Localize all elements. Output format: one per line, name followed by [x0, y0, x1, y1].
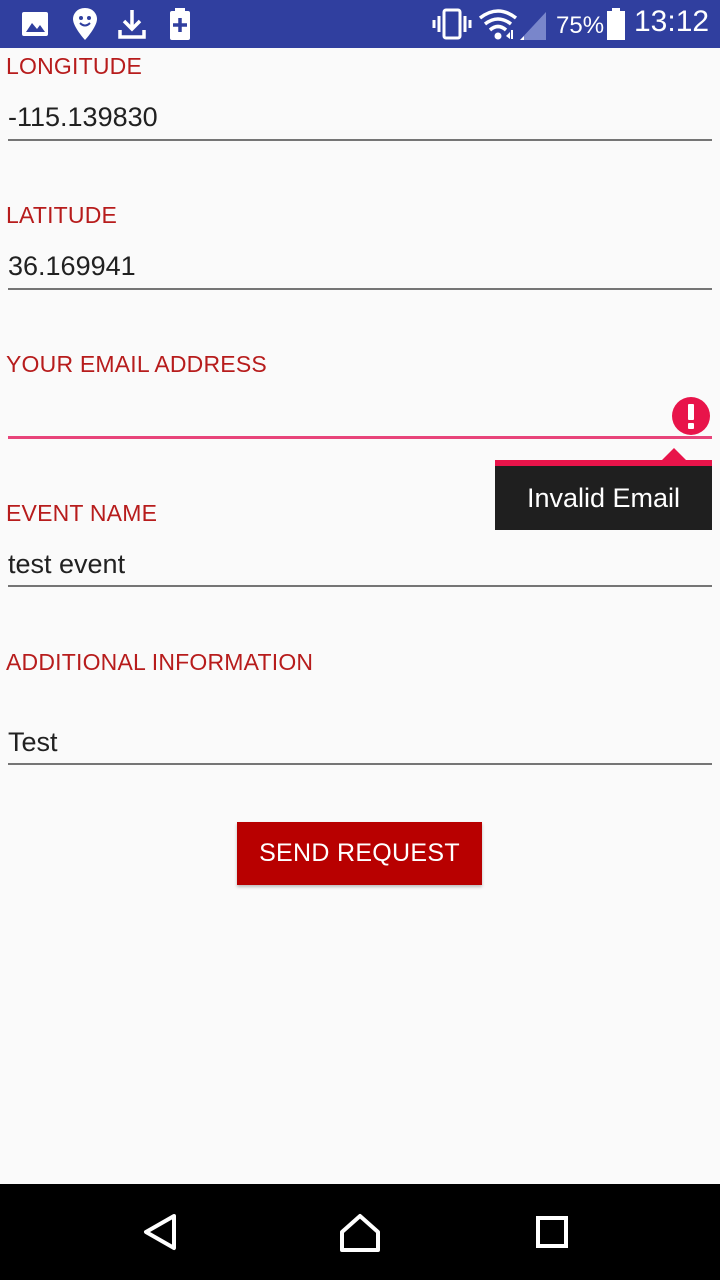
battery-saver-icon	[170, 8, 190, 40]
clock: 13:12	[634, 5, 710, 38]
back-icon[interactable]	[132, 1204, 188, 1260]
additional-info-label: ADDITIONAL INFORMATION	[6, 649, 314, 675]
additional-info-field[interactable]: Test	[8, 727, 58, 758]
latitude-field[interactable]: 36.169941	[8, 251, 136, 282]
tooltip-arrow	[662, 448, 686, 460]
longitude-label: LONGITUDE	[6, 53, 142, 79]
vibrate-icon	[432, 8, 472, 40]
email-field[interactable]	[8, 400, 658, 434]
email-label: YOUR EMAIL ADDRESS	[6, 351, 267, 377]
longitude-underline	[8, 139, 712, 141]
event-name-label: EVENT NAME	[6, 500, 158, 526]
email-underline	[8, 436, 712, 439]
navigation-bar	[0, 1184, 720, 1280]
signal-icon	[520, 12, 546, 40]
battery-percent: 75%	[556, 12, 605, 39]
error-icon	[672, 397, 710, 435]
additional-info-underline	[8, 763, 712, 765]
battery-icon	[607, 8, 625, 40]
event-name-underline	[8, 585, 712, 587]
home-icon[interactable]	[332, 1204, 388, 1260]
location-icon	[73, 8, 97, 40]
latitude-label: LATITUDE	[6, 202, 118, 228]
longitude-field[interactable]: -115.139830	[8, 102, 158, 133]
download-icon	[118, 10, 146, 39]
event-name-field[interactable]: test event	[8, 549, 125, 580]
status-bar: 75% 13:12	[0, 0, 720, 48]
image-icon	[22, 12, 48, 36]
recents-icon[interactable]	[524, 1204, 580, 1260]
latitude-underline	[8, 288, 712, 290]
email-error-tooltip: Invalid Email	[495, 460, 712, 530]
send-request-button[interactable]: SEND REQUEST	[237, 822, 482, 885]
wifi-icon	[478, 9, 518, 40]
